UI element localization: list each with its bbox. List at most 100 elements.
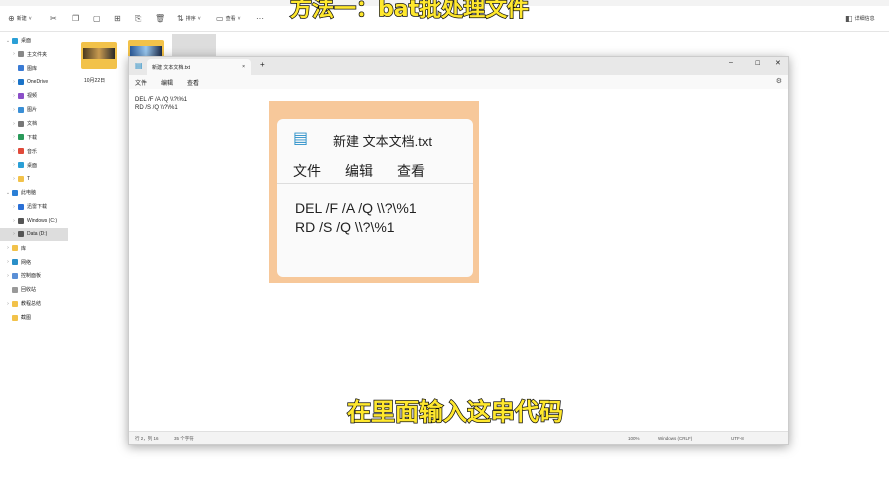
chevron-icon[interactable]: ›	[10, 51, 18, 57]
sidebar-item[interactable]: › 迅雷下载	[0, 200, 68, 213]
chevron-icon[interactable]: ›	[4, 245, 12, 251]
inset-text: DEL /F /A /Q \\?\%1 RD /S /Q \\?\%1	[295, 200, 417, 235]
sidebar-item[interactable]: › 图片	[0, 103, 68, 116]
sidebar-item[interactable]: ⌄ 桌面	[0, 34, 68, 47]
location-icon	[12, 259, 18, 266]
notepad-icon: ▤	[135, 61, 143, 70]
sidebar-item[interactable]: › 库	[0, 242, 68, 255]
subtitle-caption: 在里面输入这串代码	[346, 397, 564, 427]
chevron-icon[interactable]: ›	[10, 231, 18, 237]
sidebar-item[interactable]: › 教程总结	[0, 297, 68, 310]
more-button[interactable]: ···	[256, 14, 264, 23]
sidebar-item[interactable]: › Data (D:)	[0, 227, 68, 241]
chevron-icon[interactable]: ›	[10, 176, 18, 182]
chevron-icon[interactable]: ›	[10, 107, 18, 113]
sidebar-item[interactable]: › OneDrive	[0, 76, 68, 89]
location-icon	[18, 231, 24, 238]
folder-label: 10月22日	[84, 78, 106, 84]
copy-icon: ❐	[72, 14, 80, 23]
sidebar-item[interactable]: › 视频	[0, 89, 68, 102]
sidebar-item[interactable]: › 主文件夹	[0, 48, 68, 61]
menu-edit[interactable]: 编辑	[161, 78, 173, 87]
copy-button[interactable]: ❐	[72, 14, 79, 23]
location-icon	[18, 65, 24, 72]
cut-button[interactable]: ✂	[50, 14, 57, 23]
view-button[interactable]: ▭ 查看 ˅	[216, 14, 241, 23]
chevron-icon[interactable]: ›	[10, 79, 18, 85]
paste-button[interactable]: ▢	[93, 14, 101, 23]
location-icon	[12, 314, 18, 321]
inset-title: 新建 文本文档.txt	[333, 134, 432, 149]
sidebar-item[interactable]: 图库	[0, 62, 68, 75]
char-count: 35 个字符	[174, 436, 194, 441]
minimize-button[interactable]: –	[729, 59, 733, 66]
location-icon	[18, 92, 24, 99]
cursor-position: 行 2，列 16	[135, 436, 159, 441]
share-icon: ⎘	[135, 14, 142, 23]
chevron-icon[interactable]: ⌄	[4, 190, 12, 196]
trash-icon: 🗑	[155, 14, 166, 23]
menu-bar: 文件 编辑 查看 ⚙	[129, 75, 788, 89]
settings-icon[interactable]: ⚙	[776, 77, 782, 85]
maximize-button[interactable]: ☐	[755, 60, 760, 67]
sidebar-item[interactable]: › 下载	[0, 131, 68, 144]
chevron-icon[interactable]: ›	[10, 134, 18, 140]
chevron-icon[interactable]: ›	[10, 93, 18, 99]
sidebar-item[interactable]: › 文档	[0, 117, 68, 130]
chevron-icon[interactable]: ›	[10, 148, 18, 154]
sidebar-item[interactable]: › 网络	[0, 256, 68, 269]
navigation-pane: ⌄ 桌面 › 主文件夹 图库 › OneDrive › 视频 › 图片 › 文档 › 下载 › 音乐 › 桌面 › T ⌄…	[0, 33, 69, 500]
chevron-icon[interactable]: ›	[4, 273, 12, 279]
plus-icon: ⊕	[8, 14, 15, 23]
delete-button[interactable]: 🗑	[155, 14, 165, 23]
line-ending[interactable]: Windows (CRLF)	[658, 436, 692, 441]
zoomed-inset: ▤ 新建 文本文档.txt 文件 编辑 查看 DEL /F /A /Q \\?\…	[269, 101, 479, 283]
close-tab-icon[interactable]: ×	[242, 64, 245, 70]
location-icon	[12, 245, 18, 252]
text-editor[interactable]: DEL /F /A /Q \\?\%1 RD /S /Q \\?\%1	[135, 96, 187, 112]
menu-view[interactable]: 查看	[187, 78, 199, 87]
status-bar: 行 2，列 16 35 个字符 100% Windows (CRLF) UTF-…	[129, 431, 788, 444]
sidebar-item[interactable]: › 控制面板	[0, 269, 68, 282]
location-icon	[18, 162, 24, 169]
sidebar-item[interactable]: › 桌面	[0, 159, 68, 172]
new-button[interactable]: ⊕ 新建 ˅	[8, 14, 32, 23]
notepad-icon: ▤	[293, 130, 309, 147]
paste-icon: ▢	[93, 14, 101, 23]
location-icon	[18, 106, 24, 113]
close-window-button[interactable]: ✕	[775, 59, 781, 67]
rename-button[interactable]: ⊞	[114, 14, 121, 23]
file-thumbnail[interactable]	[172, 34, 216, 56]
sidebar-item[interactable]: ⌄ 此电脑	[0, 186, 68, 199]
chevron-icon[interactable]: ⌄	[4, 38, 12, 44]
encoding[interactable]: UTF-8	[731, 436, 744, 441]
tab-document[interactable]: 新建 文本文档.txt ×	[147, 59, 251, 75]
tab-bar: ▤ 新建 文本文档.txt × + – ☐ ✕	[129, 57, 788, 75]
menu-file[interactable]: 文件	[135, 78, 147, 87]
chevron-icon[interactable]: ›	[10, 204, 18, 210]
chevron-icon[interactable]: ›	[4, 301, 12, 307]
chevron-icon[interactable]: ›	[10, 121, 18, 127]
sidebar-item[interactable]: › 音乐	[0, 145, 68, 158]
new-tab-button[interactable]: +	[260, 60, 265, 69]
share-button[interactable]: ⎘	[135, 14, 141, 24]
sidebar-item[interactable]: 回收站	[0, 283, 68, 296]
location-icon	[18, 120, 24, 127]
chevron-icon[interactable]: ›	[10, 162, 18, 168]
zoom-level[interactable]: 100%	[628, 436, 640, 441]
location-icon	[12, 189, 18, 196]
folder-thumbnail[interactable]	[81, 42, 117, 69]
sort-button[interactable]: ⇅ 排序 ˅	[177, 14, 201, 23]
location-icon	[18, 203, 24, 210]
sidebar-item[interactable]: › T	[0, 173, 68, 186]
view-icon: ▭	[216, 14, 224, 23]
location-icon	[12, 300, 18, 307]
sidebar-item[interactable]: 截图	[0, 311, 68, 324]
chevron-icon[interactable]: ›	[4, 259, 12, 265]
location-icon	[18, 148, 24, 155]
scissors-icon: ✂	[50, 14, 57, 23]
video-title-caption: 方法一：bat批处理文件	[289, 0, 530, 23]
chevron-icon[interactable]: ›	[10, 218, 18, 224]
details-button[interactable]: ◧ 详细信息	[845, 14, 875, 23]
sidebar-item[interactable]: › Windows (C:)	[0, 214, 68, 227]
